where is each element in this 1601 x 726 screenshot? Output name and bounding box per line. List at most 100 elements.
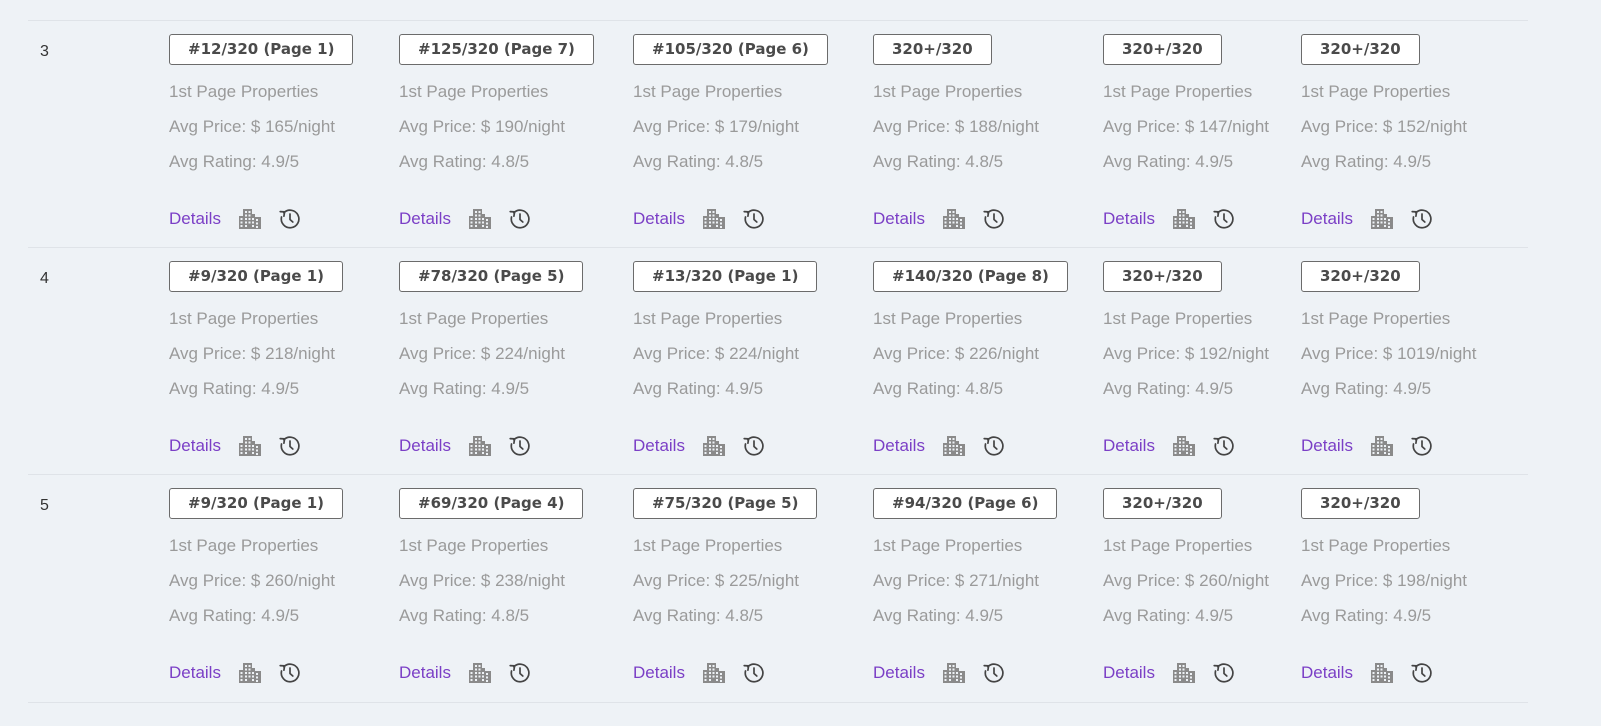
properties-label: 1st Page Properties: [873, 309, 1023, 328]
rank-cell: 320+/320 1st Page Properties Avg Price: …: [1301, 261, 1476, 456]
details-link[interactable]: Details: [169, 209, 221, 229]
avg-price: Avg Price: $ 192/night: [1103, 344, 1270, 363]
history-icon[interactable]: [1410, 434, 1434, 458]
avg-price: Avg Price: $ 147/night: [1103, 117, 1270, 136]
rank-badge: #94/320 (Page 6): [873, 488, 1058, 519]
rank-cell: 320+/320 1st Page Properties Avg Price: …: [873, 34, 1039, 229]
details-link[interactable]: Details: [1301, 663, 1353, 683]
avg-price: Avg Price: $ 238/night: [399, 571, 566, 590]
details-link[interactable]: Details: [1301, 209, 1353, 229]
history-icon[interactable]: [1410, 661, 1434, 685]
history-icon[interactable]: [982, 207, 1006, 231]
properties-label: 1st Page Properties: [1301, 536, 1451, 555]
history-icon[interactable]: [1212, 207, 1236, 231]
history-icon[interactable]: [1410, 207, 1434, 231]
properties-label: 1st Page Properties: [169, 309, 319, 328]
rank-cell: #125/320 (Page 7) 1st Page Properties Av…: [399, 34, 594, 229]
avg-rating: Avg Rating: 4.9/5: [633, 379, 764, 398]
building-icon[interactable]: [702, 661, 726, 685]
avg-price: Avg Price: $ 226/night: [873, 344, 1040, 363]
history-icon[interactable]: [508, 434, 532, 458]
properties-label: 1st Page Properties: [169, 536, 319, 555]
history-icon[interactable]: [982, 434, 1006, 458]
avg-price: Avg Price: $ 179/night: [633, 117, 800, 136]
rank-badge: 320+/320: [873, 34, 992, 65]
building-icon[interactable]: [468, 661, 492, 685]
history-icon[interactable]: [982, 661, 1006, 685]
properties-label: 1st Page Properties: [399, 309, 549, 328]
table-row: 4 #9/320 (Page 1) 1st Page Properties Av…: [28, 247, 1528, 474]
cell-actions: Details: [873, 661, 1006, 685]
rank-badge: #78/320 (Page 5): [399, 261, 584, 292]
properties-label: 1st Page Properties: [873, 536, 1023, 555]
history-icon[interactable]: [278, 661, 302, 685]
details-link[interactable]: Details: [399, 436, 451, 456]
building-icon[interactable]: [238, 207, 262, 231]
building-icon[interactable]: [238, 661, 262, 685]
avg-rating: Avg Rating: 4.9/5: [873, 606, 1004, 625]
details-link[interactable]: Details: [169, 436, 221, 456]
avg-rating: Avg Rating: 4.8/5: [399, 606, 530, 625]
rank-cell: #78/320 (Page 5) 1st Page Properties Avg…: [399, 261, 584, 456]
building-icon[interactable]: [942, 434, 966, 458]
building-icon[interactable]: [1370, 207, 1394, 231]
history-icon[interactable]: [742, 661, 766, 685]
details-link[interactable]: Details: [873, 663, 925, 683]
details-link[interactable]: Details: [1103, 209, 1155, 229]
cell-actions: Details: [633, 434, 766, 458]
building-icon[interactable]: [1370, 434, 1394, 458]
details-link[interactable]: Details: [399, 663, 451, 683]
details-link[interactable]: Details: [1103, 436, 1155, 456]
building-icon[interactable]: [942, 207, 966, 231]
rank-badge: 320+/320: [1301, 261, 1420, 292]
properties-label: 1st Page Properties: [633, 82, 783, 101]
details-link[interactable]: Details: [169, 663, 221, 683]
building-icon[interactable]: [238, 434, 262, 458]
rank-cell: 320+/320 1st Page Properties Avg Price: …: [1103, 34, 1270, 229]
avg-rating: Avg Rating: 4.8/5: [873, 379, 1004, 398]
rank-badge: 320+/320: [1301, 34, 1420, 65]
avg-price: Avg Price: $ 260/night: [169, 571, 336, 590]
details-link[interactable]: Details: [1103, 663, 1155, 683]
building-icon[interactable]: [702, 207, 726, 231]
details-link[interactable]: Details: [633, 663, 685, 683]
avg-rating: Avg Rating: 4.9/5: [1301, 606, 1432, 625]
rank-cell: #69/320 (Page 4) 1st Page Properties Avg…: [399, 488, 584, 683]
rankings-table: 3 #12/320 (Page 1) 1st Page Properties A…: [28, 20, 1528, 703]
history-icon[interactable]: [742, 434, 766, 458]
cell-actions: Details: [399, 661, 532, 685]
cell-actions: Details: [1103, 661, 1236, 685]
history-icon[interactable]: [278, 207, 302, 231]
details-link[interactable]: Details: [873, 209, 925, 229]
building-icon[interactable]: [468, 207, 492, 231]
details-link[interactable]: Details: [633, 436, 685, 456]
building-icon[interactable]: [942, 661, 966, 685]
history-icon[interactable]: [1212, 661, 1236, 685]
properties-label: 1st Page Properties: [1301, 82, 1451, 101]
building-icon[interactable]: [1172, 661, 1196, 685]
history-icon[interactable]: [742, 207, 766, 231]
details-link[interactable]: Details: [1301, 436, 1353, 456]
properties-label: 1st Page Properties: [633, 536, 783, 555]
avg-rating: Avg Rating: 4.9/5: [1103, 606, 1234, 625]
rank-cell: #140/320 (Page 8) 1st Page Properties Av…: [873, 261, 1068, 456]
building-icon[interactable]: [1370, 661, 1394, 685]
history-icon[interactable]: [508, 207, 532, 231]
history-icon[interactable]: [508, 661, 532, 685]
rank-badge: #9/320 (Page 1): [169, 261, 344, 292]
details-link[interactable]: Details: [873, 436, 925, 456]
history-icon[interactable]: [1212, 434, 1236, 458]
history-icon[interactable]: [278, 434, 302, 458]
properties-label: 1st Page Properties: [399, 82, 549, 101]
building-icon[interactable]: [468, 434, 492, 458]
row-number: 3: [40, 43, 49, 60]
building-icon[interactable]: [1172, 434, 1196, 458]
details-link[interactable]: Details: [399, 209, 451, 229]
rank-badge: #12/320 (Page 1): [169, 34, 354, 65]
building-icon[interactable]: [702, 434, 726, 458]
avg-rating: Avg Rating: 4.9/5: [169, 606, 300, 625]
building-icon[interactable]: [1172, 207, 1196, 231]
details-link[interactable]: Details: [633, 209, 685, 229]
cell-actions: Details: [633, 661, 766, 685]
rank-cell: #9/320 (Page 1) 1st Page Properties Avg …: [169, 261, 344, 456]
